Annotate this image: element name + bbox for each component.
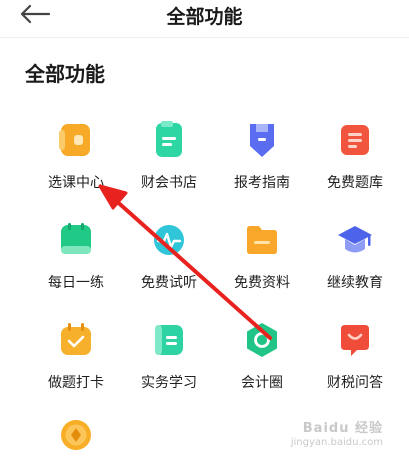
check-in-icon — [61, 323, 91, 355]
feature-label: 财会书店 — [141, 175, 197, 191]
feature-question-bank[interactable]: 免费题库 — [305, 120, 405, 192]
tax-qa-icon — [341, 325, 369, 356]
feature-label: 免费资料 — [234, 275, 290, 291]
watermark: Baidu 经验 jingyan.baidu.com — [291, 417, 383, 448]
feature-course-center[interactable]: 选课中心 — [26, 120, 126, 192]
practical-study-icon — [155, 325, 183, 355]
feature-tax-qa[interactable]: 财税问答 — [305, 320, 405, 392]
feature-coin[interactable] — [26, 415, 126, 455]
feature-exam-guide[interactable]: 报考指南 — [212, 120, 312, 192]
bookstore-icon — [156, 121, 182, 157]
watermark-main: Baidu 经验 — [302, 421, 383, 436]
exam-guide-icon — [250, 124, 274, 157]
page-title: 全部功能 — [166, 6, 243, 28]
feature-free-listen[interactable]: 免费试听 — [119, 220, 219, 292]
feature-bookstore[interactable]: 财会书店 — [119, 120, 219, 192]
watermark-sub: jingyan.baidu.com — [290, 437, 383, 448]
feature-label: 继续教育 — [327, 275, 383, 291]
feature-practical-study[interactable]: 实务学习 — [119, 320, 219, 392]
feature-accounting-circle[interactable]: 会计圈 — [212, 320, 312, 392]
feature-continuing-education[interactable]: 继续教育 — [305, 220, 405, 292]
section-title: 全部功能 — [25, 62, 105, 86]
feature-label: 每日一练 — [48, 275, 104, 291]
daily-practice-icon — [61, 223, 91, 254]
continuing-education-icon — [338, 226, 372, 253]
feature-check-in[interactable]: 做题打卡 — [26, 320, 126, 392]
feature-label: 实务学习 — [141, 375, 197, 391]
feature-label: 会计圈 — [241, 375, 283, 391]
feature-label: 免费题库 — [327, 175, 383, 191]
question-bank-icon — [341, 125, 369, 155]
top-bar: 全部功能 — [0, 0, 409, 38]
course-center-icon — [59, 124, 90, 156]
feature-free-materials[interactable]: 免费资料 — [212, 220, 312, 292]
feature-label: 财税问答 — [327, 375, 383, 391]
feature-label: 免费试听 — [141, 275, 197, 291]
free-materials-icon — [247, 226, 277, 254]
feature-daily-practice[interactable]: 每日一练 — [26, 220, 126, 292]
coin-icon — [61, 420, 91, 450]
free-listen-icon — [154, 225, 184, 255]
feature-label: 报考指南 — [234, 175, 290, 191]
accounting-circle-icon — [247, 323, 277, 357]
feature-label: 选课中心 — [48, 175, 104, 191]
feature-label: 做题打卡 — [48, 375, 104, 391]
